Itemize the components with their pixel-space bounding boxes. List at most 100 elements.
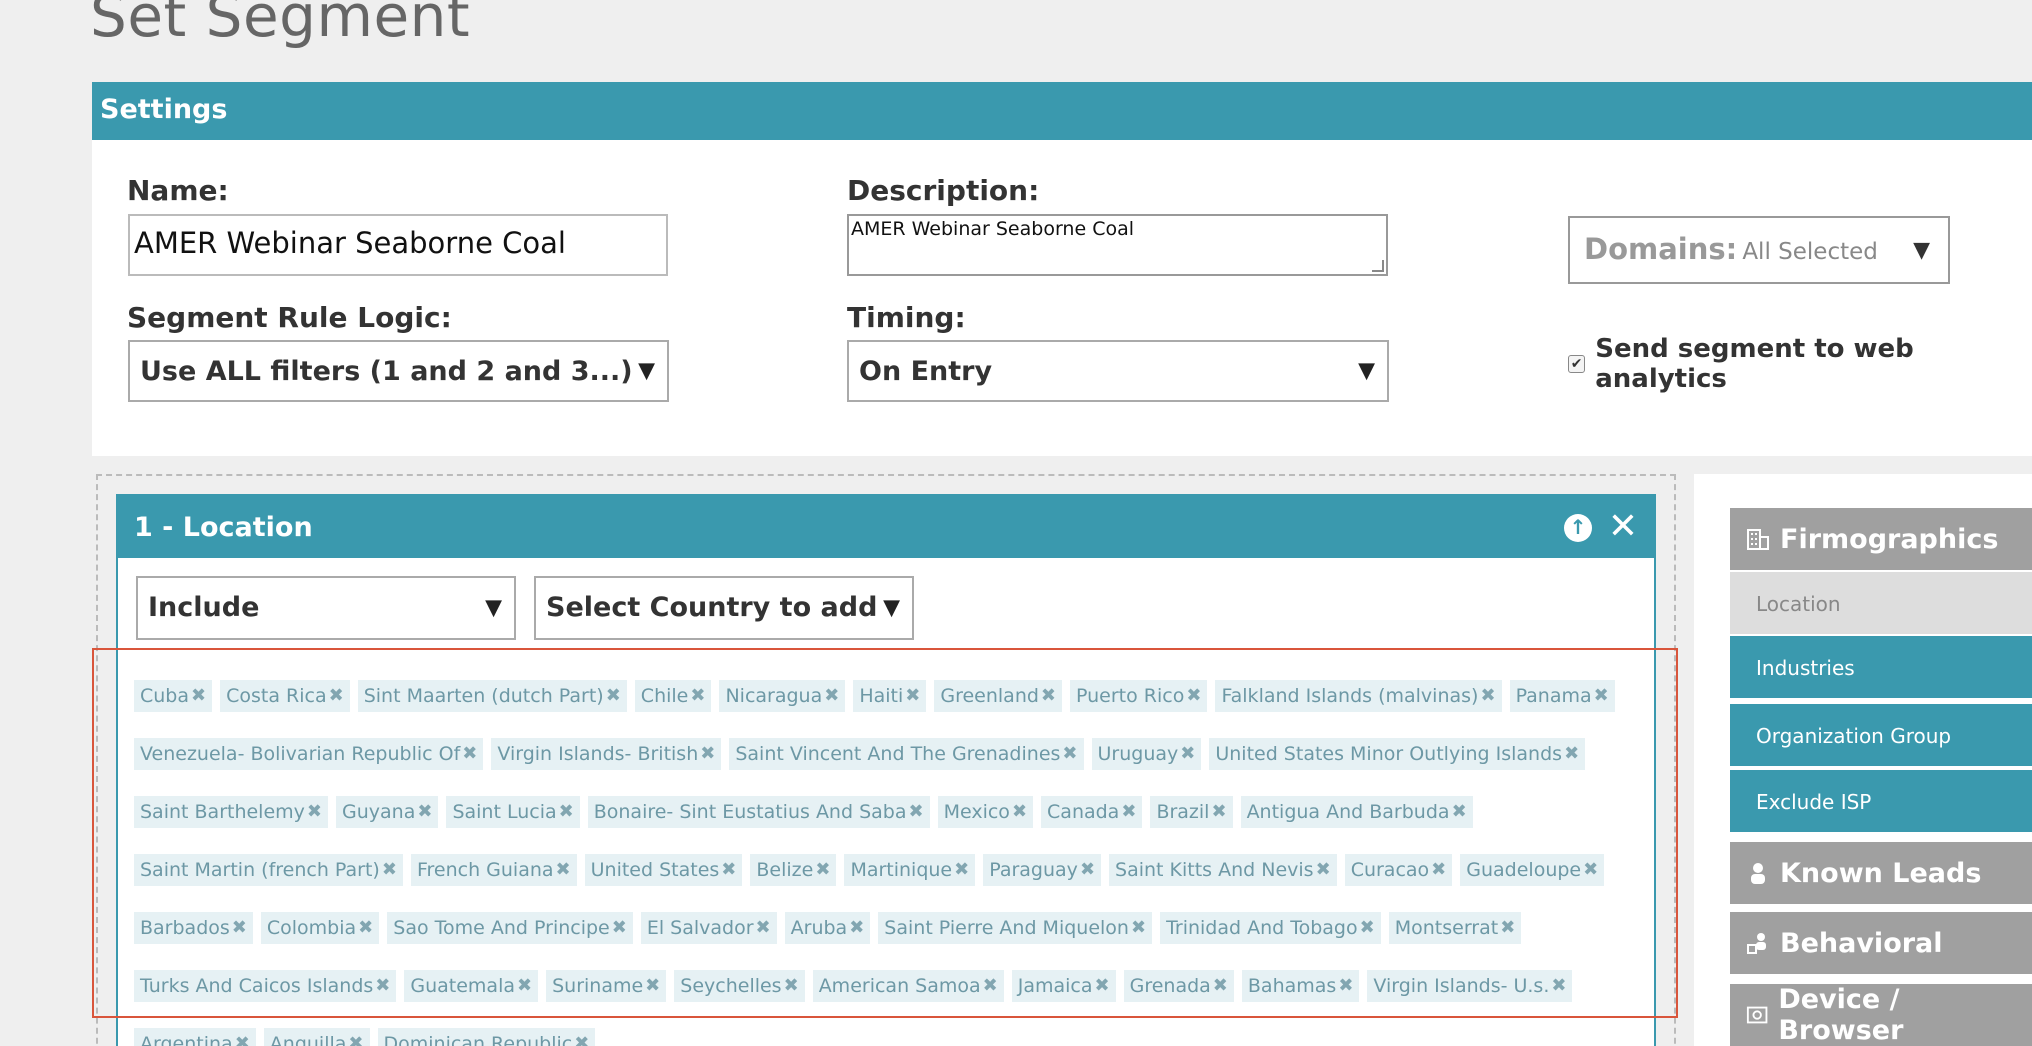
country-tag: Anguilla ✖	[263, 1028, 370, 1046]
timing-value: On Entry	[859, 356, 993, 387]
remove-tag-icon[interactable]: ✖	[1062, 738, 1077, 770]
known-leads-header[interactable]: Known Leads	[1730, 842, 2032, 904]
timing-label: Timing:	[847, 301, 966, 334]
remove-tag-icon[interactable]: ✖	[721, 854, 736, 886]
remove-tag-icon[interactable]: ✖	[1186, 680, 1201, 712]
remove-tag-icon[interactable]: ✖	[1500, 912, 1515, 944]
country-tag-label: Guatemala	[410, 975, 515, 997]
country-tag-label: Saint Barthelemy	[140, 801, 305, 823]
remove-tag-icon[interactable]: ✖	[1360, 912, 1375, 944]
remove-tag-icon[interactable]: ✖	[824, 680, 839, 712]
remove-tag-icon[interactable]: ✖	[358, 912, 373, 944]
remove-tag-icon[interactable]: ✖	[1095, 970, 1110, 1002]
country-tag-label: Haiti	[859, 685, 904, 707]
remove-tag-icon[interactable]: ✖	[307, 796, 322, 828]
domains-select[interactable]: Domains: All Selected ▼	[1568, 216, 1950, 284]
remove-tag-icon[interactable]: ✖	[909, 796, 924, 828]
country-tag-label: Montserrat	[1394, 917, 1499, 939]
remove-tag-icon[interactable]: ✖	[559, 796, 574, 828]
country-tag-label: Uruguay	[1097, 743, 1179, 765]
country-select[interactable]: Select Country to add ▼	[534, 576, 914, 640]
remove-tag-icon[interactable]: ✖	[1211, 796, 1226, 828]
remove-tag-icon[interactable]: ✖	[645, 970, 660, 1002]
country-tag: Antigua And Barbuda ✖	[1240, 796, 1473, 828]
remove-tag-icon[interactable]: ✖	[1564, 738, 1579, 770]
sidebar-item-location[interactable]: Location	[1730, 572, 2032, 634]
remove-tag-icon[interactable]: ✖	[756, 912, 771, 944]
remove-tag-icon[interactable]: ✖	[1213, 970, 1228, 1002]
device-browser-header[interactable]: Device / Browser	[1730, 984, 2032, 1046]
remove-tag-icon[interactable]: ✖	[983, 970, 998, 1002]
remove-tag-icon[interactable]: ✖	[517, 970, 532, 1002]
remove-tag-icon[interactable]: ✖	[1594, 680, 1609, 712]
remove-tag-icon[interactable]: ✖	[1316, 854, 1331, 886]
country-tag: Chile ✖	[634, 680, 712, 712]
remove-tag-icon[interactable]: ✖	[232, 912, 247, 944]
name-input[interactable]: AMER Webinar Seaborne Coal	[128, 214, 668, 276]
timing-select[interactable]: On Entry ▼	[847, 340, 1389, 402]
remove-tag-icon[interactable]: ✖	[1180, 738, 1195, 770]
rule-logic-select[interactable]: Use ALL filters (1 and 2 and 3...) ▼	[128, 340, 669, 402]
remove-tag-icon[interactable]: ✖	[954, 854, 969, 886]
behavioral-header[interactable]: Behavioral	[1730, 912, 2032, 974]
remove-tag-icon[interactable]: ✖	[235, 1028, 250, 1046]
remove-tag-icon[interactable]: ✖	[849, 912, 864, 944]
remove-tag-icon[interactable]: ✖	[606, 680, 621, 712]
remove-tag-icon[interactable]: ✖	[556, 854, 571, 886]
device-browser-label: Device / Browser	[1778, 984, 1904, 1046]
remove-tag-icon[interactable]: ✖	[905, 680, 920, 712]
country-tag: United States ✖	[584, 854, 743, 886]
country-tag: El Salvador ✖	[640, 912, 777, 944]
remove-tag-icon[interactable]: ✖	[417, 796, 432, 828]
country-tag: Sao Tome And Principe ✖	[387, 912, 633, 944]
sidebar-item-exclude-isp[interactable]: Exclude ISP	[1730, 770, 2032, 832]
remove-tag-icon[interactable]: ✖	[348, 1028, 363, 1046]
remove-tag-icon[interactable]: ✖	[1551, 970, 1566, 1002]
remove-tag-icon[interactable]: ✖	[700, 738, 715, 770]
country-tag: Costa Rica ✖	[220, 680, 350, 712]
remove-tag-icon[interactable]: ✖	[1131, 912, 1146, 944]
country-tag-label: Canada	[1047, 801, 1120, 823]
remove-tag-icon[interactable]: ✖	[329, 680, 344, 712]
remove-tag-icon[interactable]: ✖	[1012, 796, 1027, 828]
country-tag-label: Venezuela- Bolivarian Republic Of	[140, 743, 461, 765]
remove-tag-icon[interactable]: ✖	[191, 680, 206, 712]
remove-tag-icon[interactable]: ✖	[1041, 680, 1056, 712]
country-tag-label: Saint Martin (french Part)	[140, 859, 380, 881]
country-tag: Mexico ✖	[937, 796, 1034, 828]
firmographics-header[interactable]: Firmographics	[1730, 508, 2032, 570]
remove-tag-icon[interactable]: ✖	[1080, 854, 1095, 886]
move-up-icon[interactable]: ↑	[1564, 514, 1592, 542]
remove-tag-icon[interactable]: ✖	[574, 1028, 589, 1046]
country-tag-label: United States	[590, 859, 720, 881]
remove-tag-icon[interactable]: ✖	[375, 970, 390, 1002]
sidebar-item-industries[interactable]: Industries	[1730, 636, 2032, 698]
remove-tag-icon[interactable]: ✖	[1121, 796, 1136, 828]
remove-tag-icon[interactable]: ✖	[784, 970, 799, 1002]
country-tag: Guadeloupe ✖	[1460, 854, 1605, 886]
remove-tag-icon[interactable]: ✖	[690, 680, 705, 712]
country-tag-label: Saint Pierre And Miquelon	[884, 917, 1129, 939]
remove-tag-icon[interactable]: ✖	[612, 912, 627, 944]
close-icon[interactable]: ✕	[1608, 506, 1638, 547]
description-textarea[interactable]: AMER Webinar Seaborne Coal	[847, 214, 1388, 276]
include-select[interactable]: Include ▼	[136, 576, 516, 640]
send-analytics-checkbox[interactable]: ✔	[1568, 355, 1586, 373]
resize-grip-icon[interactable]	[1372, 260, 1384, 272]
remove-tag-icon[interactable]: ✖	[462, 738, 477, 770]
remove-tag-icon[interactable]: ✖	[1452, 796, 1467, 828]
country-tag-label: American Samoa	[818, 975, 981, 997]
sidebar-item-organization-group[interactable]: Organization Group	[1730, 704, 2032, 766]
country-tag: Saint Martin (french Part) ✖	[134, 854, 403, 886]
remove-tag-icon[interactable]: ✖	[1480, 680, 1495, 712]
remove-tag-icon[interactable]: ✖	[382, 854, 397, 886]
country-tag-label: Sint Maarten (dutch Part)	[363, 685, 604, 707]
remove-tag-icon[interactable]: ✖	[1431, 854, 1446, 886]
remove-tag-icon[interactable]: ✖	[1338, 970, 1353, 1002]
remove-tag-icon[interactable]: ✖	[1583, 854, 1598, 886]
country-tag-label: Argentina	[140, 1033, 233, 1046]
remove-tag-icon[interactable]: ✖	[815, 854, 830, 886]
country-tag: Saint Lucia ✖	[446, 796, 580, 828]
location-filter-title: 1 - Location	[134, 512, 313, 543]
country-tag: Grenada ✖	[1123, 970, 1234, 1002]
